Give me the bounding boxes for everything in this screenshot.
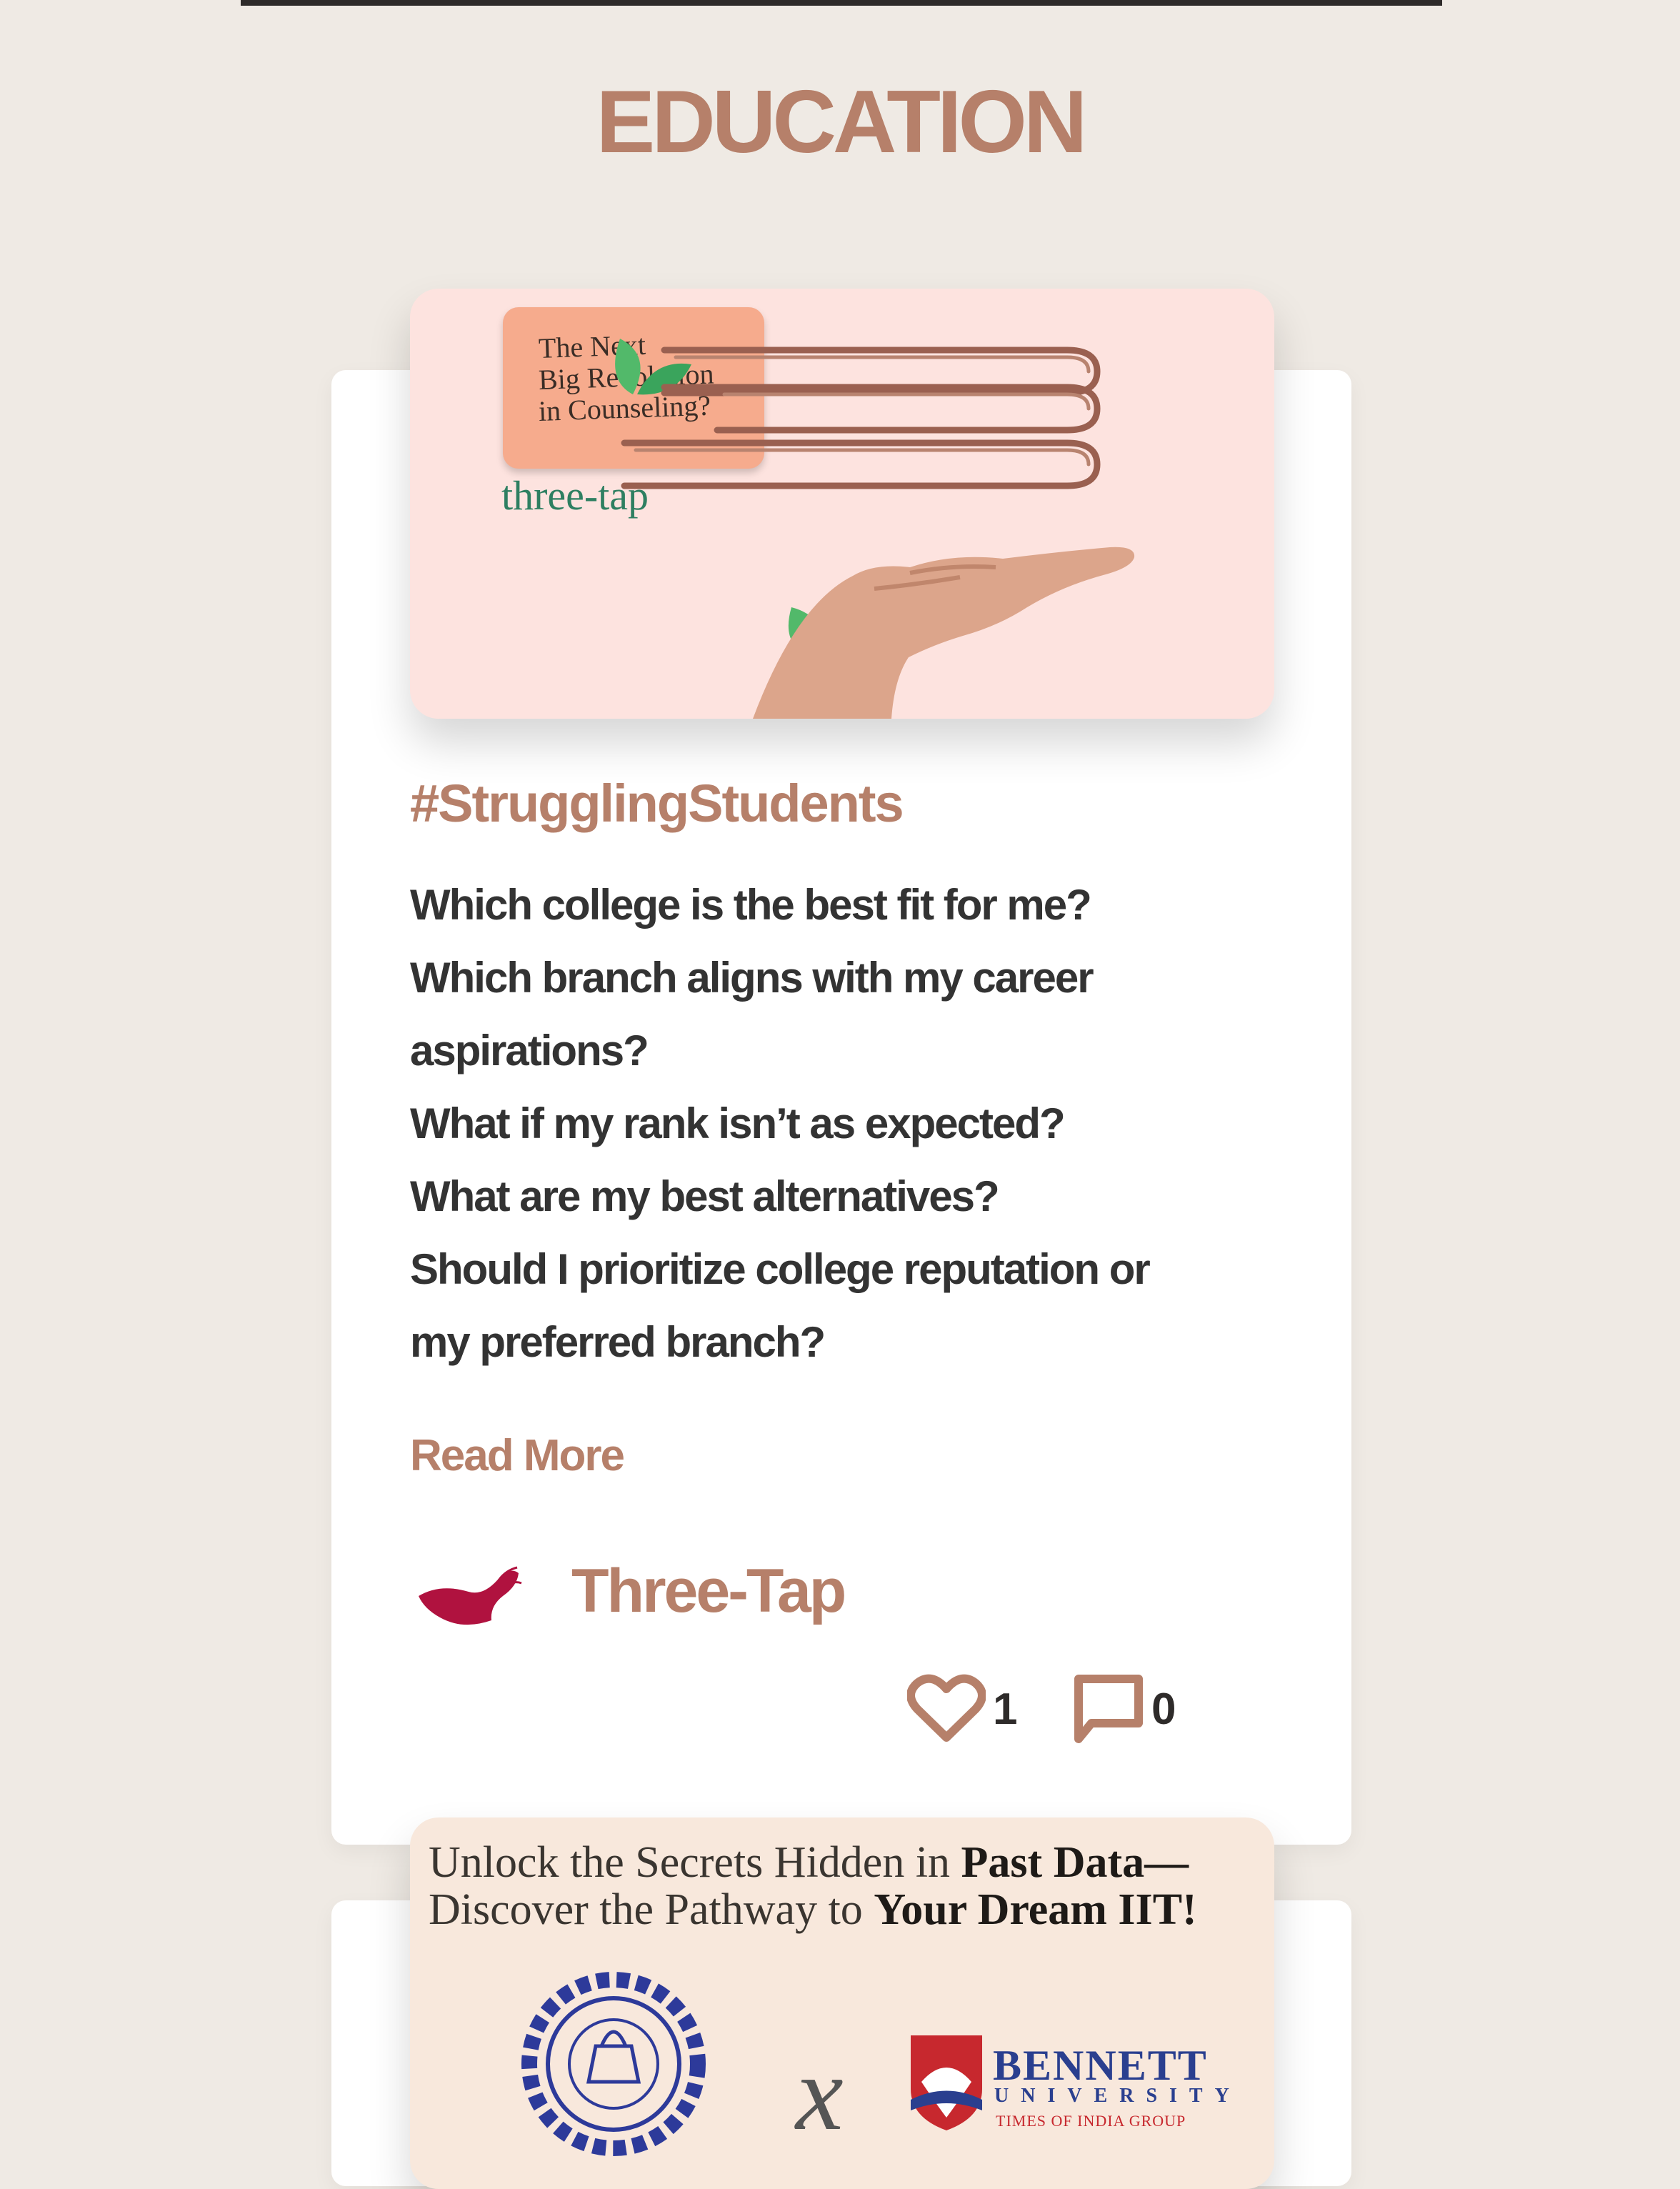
cover-headline-line: Discover the Pathway to Your Dream IIT! bbox=[429, 1885, 1197, 1935]
collaboration-x-mark: x bbox=[796, 2034, 844, 2153]
top-divider bbox=[241, 0, 1442, 6]
hand-icon bbox=[753, 547, 1135, 719]
excerpt-line: What are my best alternatives? bbox=[410, 1172, 1000, 1220]
cover-headline-text: Unlock the Secrets Hidden in bbox=[429, 1838, 961, 1887]
partner-group: TIMES OF INDIA GROUP bbox=[996, 2112, 1186, 2130]
partner-subtitle: UNIVERSITY bbox=[994, 2085, 1241, 2107]
read-more-link[interactable]: Read More bbox=[410, 1430, 625, 1481]
book-stack-icon bbox=[621, 346, 1101, 489]
comment-count: 0 bbox=[1151, 1684, 1176, 1734]
iit-emblem-icon bbox=[521, 1972, 706, 2156]
excerpt-line: aspirations? bbox=[410, 1027, 649, 1074]
like-count: 1 bbox=[993, 1684, 1018, 1734]
post-cover-image[interactable]: Unlock the Secrets Hidden in Past Data— … bbox=[410, 1817, 1274, 2189]
section-title: EDUCATION bbox=[596, 73, 1088, 171]
comment-button[interactable]: 0 bbox=[1073, 1673, 1176, 1745]
comment-icon[interactable] bbox=[1073, 1673, 1144, 1745]
bennett-shield-icon bbox=[911, 2035, 982, 2130]
butterfly-logo-icon[interactable] bbox=[413, 1560, 527, 1632]
excerpt-line: Which branch aligns with my career bbox=[410, 954, 1094, 1002]
cover-headline-bold: Your Dream IIT! bbox=[874, 1885, 1197, 1934]
author-name[interactable]: Three-Tap bbox=[571, 1556, 846, 1627]
excerpt-line: Should I prioritize college reputation o… bbox=[410, 1245, 1151, 1293]
excerpt-line: my preferred branch? bbox=[410, 1318, 826, 1366]
like-button[interactable]: 1 bbox=[907, 1673, 1017, 1745]
cover-headline-bold: Past Data— bbox=[961, 1838, 1189, 1887]
cover-headline-text: Discover the Pathway to bbox=[429, 1885, 874, 1934]
post-excerpt: Which college is the best fit for me? Wh… bbox=[410, 869, 1274, 1379]
partner-name: BENNETT bbox=[993, 2042, 1208, 2089]
excerpt-line: Which college is the best fit for me? bbox=[410, 881, 1092, 929]
cover-headline-line: Unlock the Secrets Hidden in Past Data— bbox=[429, 1838, 1189, 1888]
excerpt-line: What if my rank isn’t as expected? bbox=[410, 1100, 1066, 1147]
leaf-icon bbox=[615, 339, 641, 394]
heart-icon[interactable] bbox=[907, 1673, 986, 1745]
post-hashtag[interactable]: #StrugglingStudents bbox=[410, 773, 904, 834]
cover-brand-text: three-tap bbox=[501, 472, 649, 519]
